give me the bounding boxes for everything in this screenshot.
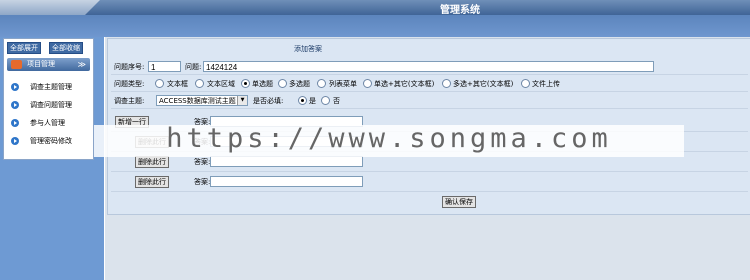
required-option-label: 否	[333, 97, 340, 105]
type-option-label: 列表菜单	[329, 80, 357, 88]
sidebar: 全部展开 全部收缩 项目管理 ≫ 调查主题管理 调查问题管理 参与人管理 管理密…	[3, 38, 94, 160]
play-bullet-icon	[11, 83, 19, 91]
topic-selected-value: ACCESS数据库测试主题	[159, 97, 236, 105]
type-option-label: 文本框	[167, 80, 188, 88]
watermark-text: https://www.songma.com	[166, 123, 612, 154]
top-header-bar: 管理系统	[0, 0, 750, 16]
question-type-row: 问题类型: 文本框 文本区域 单选题 多选题 列表菜单 单选+其它(文本框) 多…	[111, 76, 748, 92]
type-single-other-radio[interactable]	[363, 79, 372, 88]
type-file-upload-radio[interactable]	[521, 79, 530, 88]
type-label: 问题类型:	[114, 80, 145, 88]
form-title: 添加答案	[294, 45, 322, 53]
type-multi-choice-radio[interactable]	[278, 79, 287, 88]
type-textbox-radio[interactable]	[155, 79, 164, 88]
type-textarea-radio[interactable]	[195, 79, 204, 88]
play-bullet-icon	[11, 137, 19, 145]
expand-all-button[interactable]: 全部展开	[7, 42, 41, 54]
required-label: 是否必填:	[253, 97, 284, 105]
sidebar-item-label: 调查问题管理	[30, 101, 72, 109]
watermark-band: https://www.songma.com	[94, 123, 684, 157]
answer-label: 答案:	[194, 158, 211, 166]
type-option-label: 单选+其它(文本框)	[374, 80, 435, 88]
topic-row: 调查主题: ACCESS数据库测试主题 ▼ 是否必填: 是 否	[111, 93, 748, 109]
question-input[interactable]: 1424124	[203, 61, 654, 72]
play-bullet-icon	[11, 101, 19, 109]
project-icon	[11, 60, 22, 69]
required-yes-radio[interactable]	[298, 96, 307, 105]
question-label: 问题:	[185, 63, 202, 71]
type-option-label: 文本区域	[207, 80, 235, 88]
type-multi-other-radio[interactable]	[442, 79, 451, 88]
answer-row: 删除此行 答案:	[111, 173, 748, 192]
required-option-label: 是	[309, 97, 316, 105]
type-option-label: 多选题	[289, 80, 310, 88]
type-option-label: 多选+其它(文本框)	[453, 80, 514, 88]
topic-label: 调查主题:	[114, 97, 145, 105]
answer-input[interactable]	[210, 156, 363, 167]
sidebar-item-label: 管理密码修改	[30, 137, 72, 145]
collapse-all-button[interactable]: 全部收缩	[49, 42, 83, 54]
type-single-choice-radio[interactable]	[241, 79, 250, 88]
delete-row-button[interactable]: 删除此行	[135, 156, 169, 168]
header-strip	[0, 15, 750, 37]
type-list-menu-radio[interactable]	[317, 79, 326, 88]
delete-row-button[interactable]: 删除此行	[135, 176, 169, 188]
answer-label: 答案:	[194, 178, 211, 186]
seq-label: 问题序号:	[114, 63, 145, 71]
double-chevron-icon: ≫	[77, 60, 86, 69]
dropdown-arrow-icon: ▼	[237, 96, 247, 105]
seq-input[interactable]: 1	[148, 61, 181, 72]
type-option-label: 文件上传	[532, 80, 560, 88]
answer-input[interactable]	[210, 176, 363, 187]
question-row: 问题序号: 1 问题: 1424124	[111, 59, 748, 75]
type-option-label: 单选题	[252, 80, 273, 88]
project-menu-header[interactable]: 项目管理 ≫	[7, 58, 90, 71]
submit-button[interactable]: 确认保存	[442, 196, 476, 208]
sidebar-item-label: 参与人管理	[30, 119, 65, 127]
sidebar-item-label: 调查主题管理	[30, 83, 72, 91]
app-title: 管理系统	[440, 5, 480, 16]
topic-select[interactable]: ACCESS数据库测试主题 ▼	[156, 95, 248, 106]
required-no-radio[interactable]	[321, 96, 330, 105]
project-menu-label: 项目管理	[27, 60, 55, 68]
play-bullet-icon	[11, 119, 19, 127]
